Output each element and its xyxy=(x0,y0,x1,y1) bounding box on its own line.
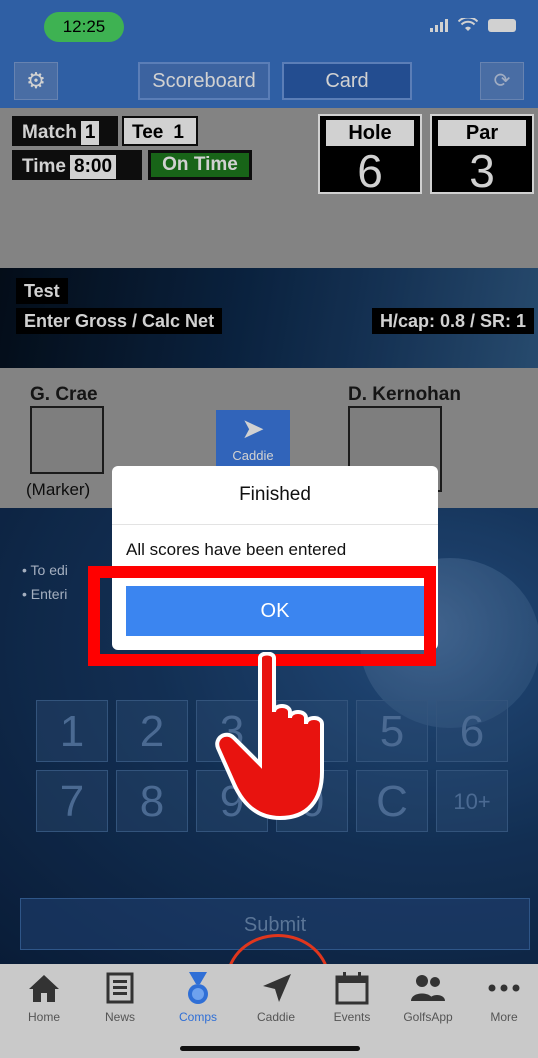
tab-golfsapp[interactable]: GolfsApp xyxy=(390,968,466,1024)
tab-caddie-label: Caddie xyxy=(256,1010,296,1024)
tab-comps[interactable]: Comps xyxy=(160,968,236,1024)
pointing-hand-icon xyxy=(215,652,324,821)
people-icon xyxy=(411,975,445,1001)
calendar-icon xyxy=(335,972,369,1005)
tab-news[interactable]: News xyxy=(82,968,158,1024)
more-icon xyxy=(488,984,520,992)
news-icon xyxy=(106,972,134,1004)
tab-comps-label: Comps xyxy=(178,1010,217,1024)
highlight-box xyxy=(88,566,436,666)
tab-more[interactable]: More xyxy=(466,968,538,1024)
tab-events-label: Events xyxy=(333,1010,371,1024)
tab-bar: Home News Comps Caddie Events GolfsApp M… xyxy=(0,964,538,1058)
navigation-arrow-icon xyxy=(263,974,291,1002)
tab-events[interactable]: Events xyxy=(314,968,390,1024)
tab-home[interactable]: Home xyxy=(6,968,82,1024)
tab-more-label: More xyxy=(490,1010,518,1024)
tab-caddie[interactable]: Caddie xyxy=(238,968,314,1024)
dialog-divider xyxy=(112,524,438,525)
medal-icon xyxy=(188,972,208,1004)
home-icon xyxy=(29,975,59,1002)
tab-news-label: News xyxy=(104,1010,135,1024)
dialog-message: All scores have been entered xyxy=(126,540,347,559)
tab-home-label: Home xyxy=(27,1010,60,1024)
dialog-title: Finished xyxy=(239,484,311,505)
home-indicator xyxy=(180,1046,360,1051)
tab-golfsapp-label: GolfsApp xyxy=(403,1010,453,1024)
